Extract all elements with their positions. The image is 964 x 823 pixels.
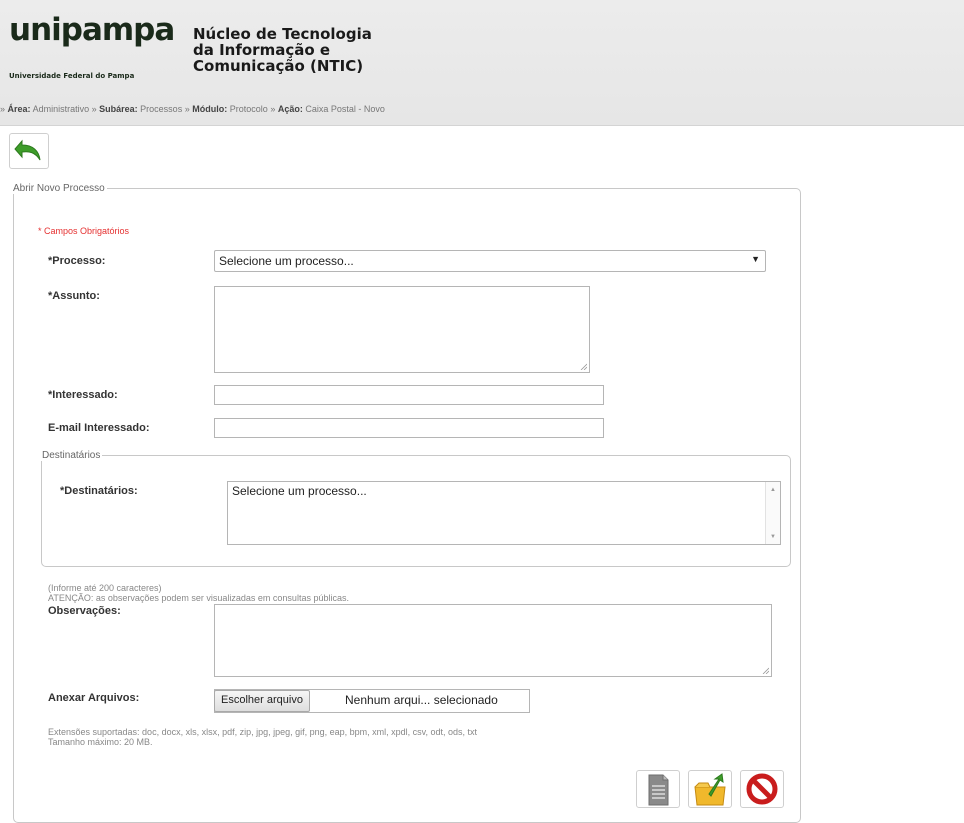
app-header: unipampa Universidade Federal do Pampa N… <box>0 0 964 126</box>
email-interessado-input[interactable] <box>214 418 604 438</box>
breadcrumb-area-label: Área: <box>7 104 31 114</box>
scroll-up-icon[interactable]: ▲ <box>770 487 776 493</box>
ntic-title: Núcleo de Tecnologia da Informação e Com… <box>193 26 372 74</box>
destinatarios-legend: Destinatários <box>42 450 101 461</box>
send-button[interactable] <box>688 770 732 808</box>
anexar-arquivos-label: Anexar Arquivos: <box>48 692 140 704</box>
breadcrumb-subarea-label: Subárea: <box>99 104 138 114</box>
ntic-title-line-3: Comunicação (NTIC) <box>193 57 364 75</box>
observacoes-warning: ATENÇÃO: as observações podem ser visual… <box>48 593 349 603</box>
email-interessado-label: E-mail Interessado: <box>48 422 150 434</box>
assunto-label: *Assunto: <box>48 290 100 302</box>
observacoes-label: Observações: <box>48 605 121 617</box>
ntic-title-line-1: Núcleo de Tecnologia <box>193 25 372 43</box>
interessado-input[interactable] <box>214 385 604 405</box>
assunto-textarea[interactable] <box>214 286 590 373</box>
document-button[interactable] <box>636 770 680 808</box>
breadcrumb-prefix: » <box>0 104 6 114</box>
destinatarios-listbox[interactable]: Selecione um processo... ▲ ▼ <box>227 481 781 545</box>
dropdown-arrow-icon: ▼ <box>751 254 760 264</box>
undo-arrow-icon <box>14 139 41 161</box>
max-size-note: Tamanho máximo: 20 MB. <box>48 737 153 747</box>
breadcrumb-area[interactable]: Administrativo <box>33 104 90 114</box>
breadcrumb-acao-label: Ação: <box>277 104 303 114</box>
breadcrumb-separator: » <box>270 104 276 114</box>
choose-file-button[interactable]: Escolher arquivo <box>214 690 310 712</box>
folder-send-icon <box>694 773 726 806</box>
listbox-scrollbar[interactable]: ▲ ▼ <box>765 482 780 544</box>
cancel-button[interactable] <box>740 770 784 808</box>
breadcrumb-separator: » <box>184 104 190 114</box>
observacoes-textarea[interactable] <box>214 604 772 677</box>
ntic-title-line-2: da Informação e <box>193 41 331 59</box>
interessado-label: *Interessado: <box>48 389 118 401</box>
resize-grip-icon[interactable] <box>762 667 769 674</box>
scroll-down-icon[interactable]: ▼ <box>770 534 776 540</box>
breadcrumb-acao: Caixa Postal - Novo <box>305 104 385 114</box>
file-status-text: Nenhum arqui... selecionado <box>345 693 498 707</box>
document-icon <box>648 774 669 806</box>
supported-extensions-note: Extensões suportadas: doc, docx, xls, xl… <box>48 727 478 737</box>
breadcrumb-separator: » <box>91 104 97 114</box>
required-fields-note: * Campos Obrigatórios <box>38 226 130 236</box>
resize-grip-icon[interactable] <box>580 363 587 370</box>
unipampa-logo: unipampa <box>9 12 175 48</box>
processo-label: *Processo: <box>48 255 106 267</box>
breadcrumb-modulo-label: Módulo: <box>192 104 228 114</box>
processo-selected-value: Selecione um processo... <box>219 254 354 268</box>
logo-subtitle: Universidade Federal do Pampa <box>9 72 135 80</box>
back-button[interactable] <box>9 133 49 169</box>
destinatarios-option[interactable]: Selecione um processo... <box>232 484 367 498</box>
breadcrumb: » Área: Administrativo » Subárea: Proces… <box>0 104 385 114</box>
breadcrumb-modulo[interactable]: Protocolo <box>230 104 268 114</box>
breadcrumb-subarea[interactable]: Processos <box>140 104 182 114</box>
new-process-legend: Abrir Novo Processo <box>13 183 105 194</box>
cancel-icon <box>746 773 778 805</box>
observacoes-char-hint: (Informe até 200 caracteres) <box>48 583 162 593</box>
destinatarios-label: *Destinatários: <box>60 485 138 497</box>
processo-select[interactable]: Selecione um processo... ▼ <box>214 250 766 272</box>
